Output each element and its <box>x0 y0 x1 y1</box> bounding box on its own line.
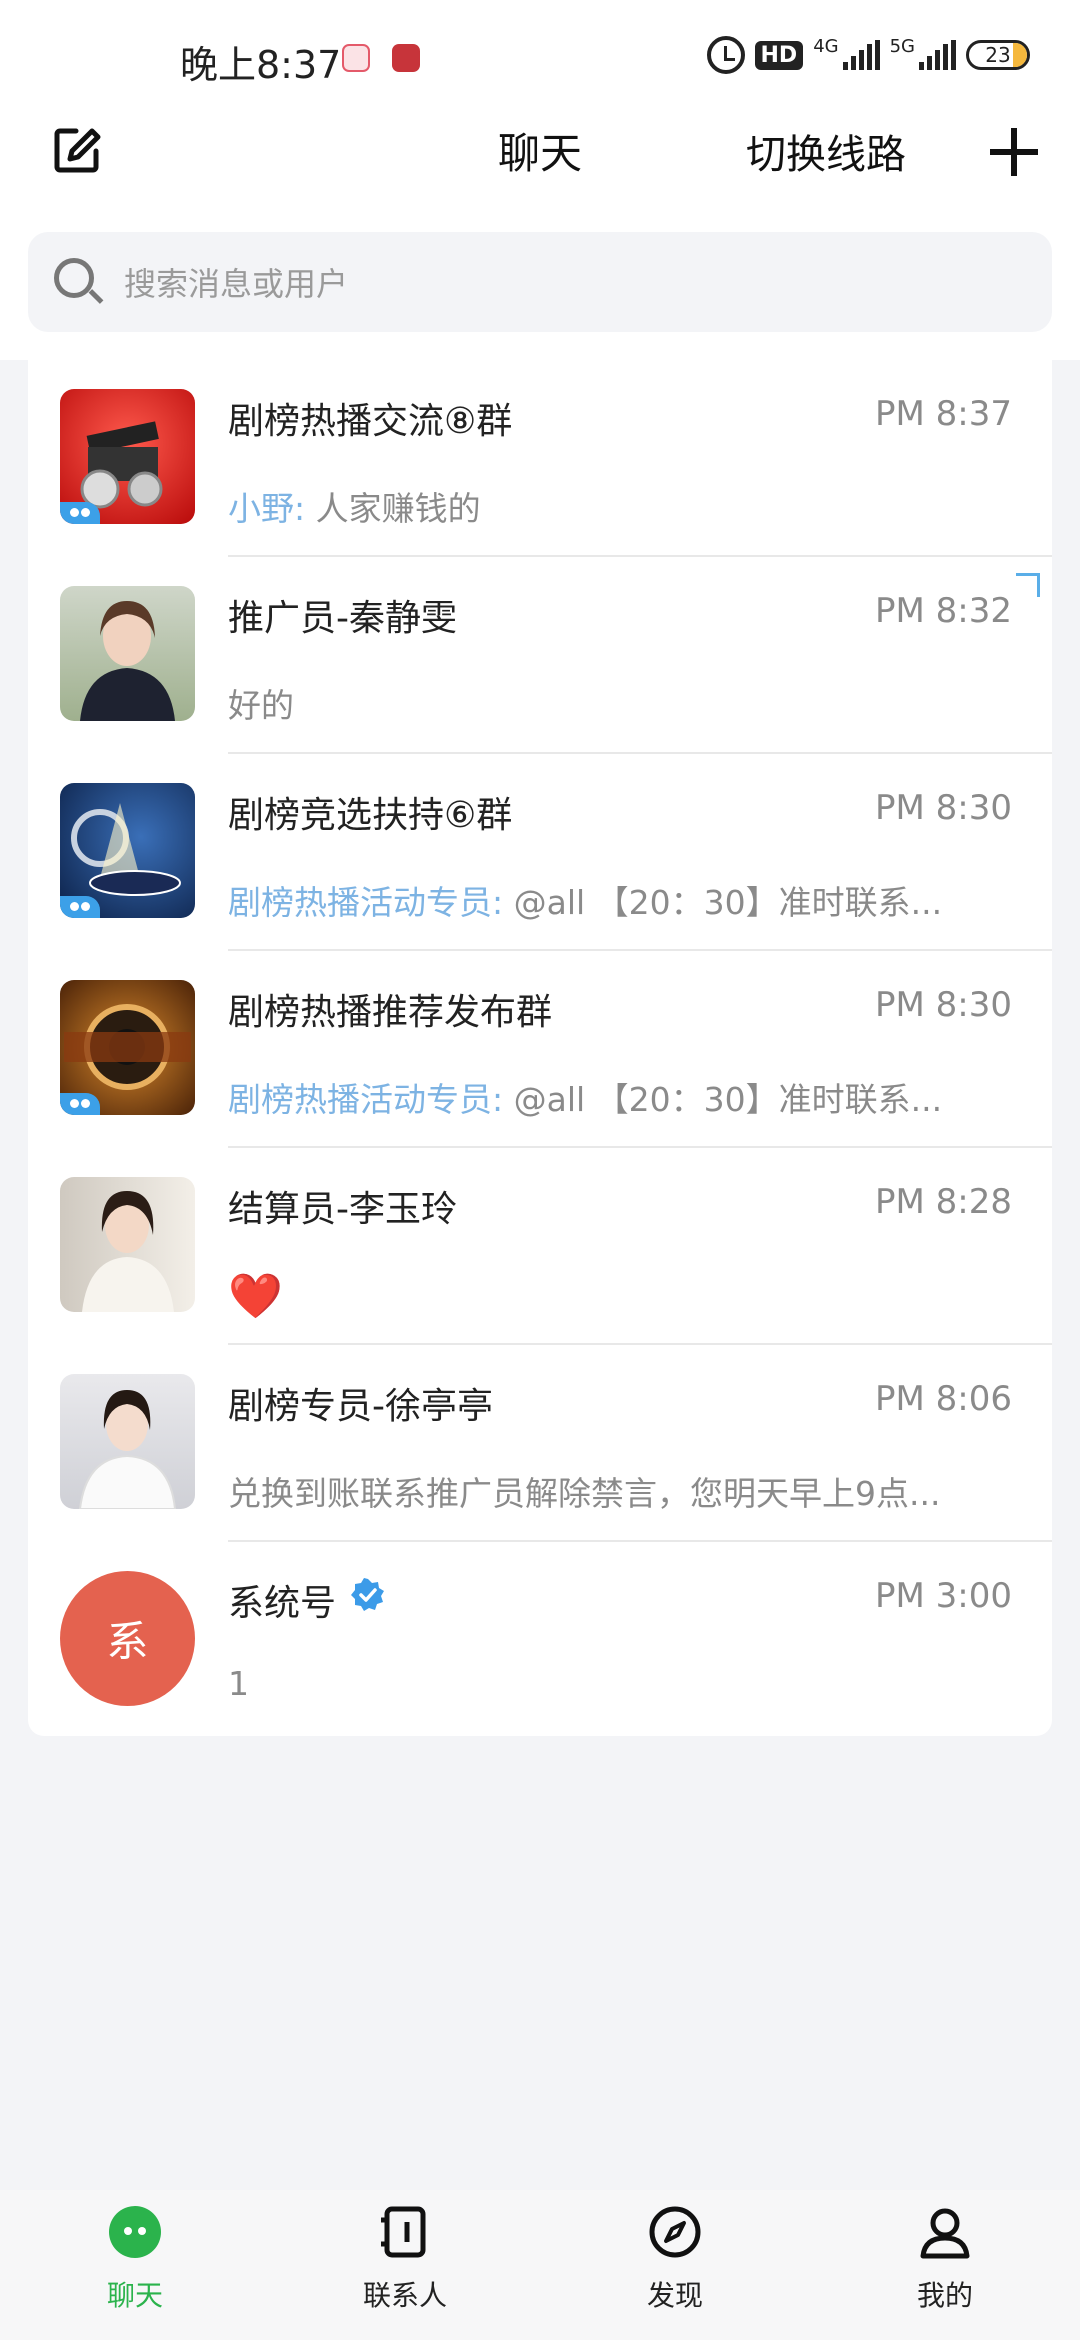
chat-sender: 剧榜热播活动专员: <box>228 883 514 922</box>
tab-discover-label: 发现 <box>646 2279 703 2312</box>
chat-name: 剧榜热播推荐发布群 <box>228 992 553 1033</box>
notification-app-icon <box>342 44 370 72</box>
chat-preview: ❤️ <box>228 1270 1008 1322</box>
group-badge-icon <box>60 896 100 918</box>
search-input[interactable]: 搜索消息或用户 <box>28 232 1052 332</box>
battery-icon: 23 <box>966 40 1030 70</box>
add-icon[interactable] <box>990 128 1038 176</box>
user-icon <box>920 2208 970 2259</box>
chat-time: PM 8:06 <box>875 1379 1012 1419</box>
chat-name: 剧榜热播交流⑧群 <box>228 401 513 442</box>
chat-time: PM 8:32 <box>875 591 1012 631</box>
status-icons: HD 4G 5G 23 <box>706 36 1030 74</box>
chat-preview: 好的 <box>228 679 1008 727</box>
page-title: 聊天 <box>497 129 582 178</box>
chat-preview: 小野: 人家赚钱的 <box>228 482 1008 530</box>
chat-message: 1 <box>228 1664 249 1703</box>
bottom-nav: 聊天 联系人 发现 我的 <box>0 2190 1080 2340</box>
chat-preview: 1 <box>228 1664 1008 1703</box>
status-bar: 晚上8:37 HD 4G 5G 23 <box>0 0 1080 110</box>
group-avatar <box>60 783 195 918</box>
chat-name: 推广员-秦静雯 <box>228 598 457 639</box>
tab-chat[interactable]: 聊天 <box>0 2190 270 2340</box>
chat-message: 好的 <box>228 686 294 725</box>
group-badge-icon <box>60 502 100 524</box>
battery-level: 23 <box>985 43 1011 67</box>
verified-icon <box>351 1578 385 1611</box>
notification-app-icon <box>392 44 420 72</box>
chat-name: 系统号 <box>228 1574 386 1626</box>
compass-icon <box>649 2206 701 2258</box>
tab-chat-label: 聊天 <box>106 2279 163 2312</box>
chat-time: PM 3:00 <box>875 1576 1012 1616</box>
chat-item[interactable]: 结算员-李玉玲 PM 8:28 ❤️ <box>28 1148 1052 1345</box>
chat-sender: 小野: <box>228 489 316 528</box>
chat-preview: 兑换到账联系推广员解除禁言，您明天早上9点... <box>228 1467 1008 1515</box>
chat-time: PM 8:30 <box>875 985 1012 1025</box>
group-badge-icon <box>60 1093 100 1115</box>
contacts-book-icon <box>381 2206 426 2258</box>
heart-emoji: ❤️ <box>228 1271 283 1322</box>
chat-time: PM 8:28 <box>875 1182 1012 1222</box>
system-avatar: 系 <box>60 1571 195 1706</box>
chat-message: 人家赚钱的 <box>315 489 481 528</box>
chat-message: @all 【20：30】准时联系... <box>513 883 943 922</box>
search-placeholder: 搜索消息或用户 <box>124 265 349 303</box>
chat-item[interactable]: 剧榜热播交流⑧群 PM 8:37 小野: 人家赚钱的 <box>28 360 1052 557</box>
chat-name-text: 系统号 <box>228 1583 337 1624</box>
chat-item[interactable]: 剧榜竞选扶持⑥群 PM 8:30 剧榜热播活动专员: @all 【20：30】准… <box>28 754 1052 951</box>
alarm-icon <box>706 36 745 74</box>
user-avatar <box>60 1177 195 1312</box>
chat-preview: 剧榜热播活动专员: @all 【20：30】准时联系... <box>228 1073 1008 1121</box>
chat-name: 剧榜专员-徐亭亭 <box>228 1386 493 1427</box>
signal-icon <box>919 40 956 70</box>
tab-me-label: 我的 <box>916 2279 973 2312</box>
tab-me[interactable]: 我的 <box>810 2190 1080 2340</box>
search-icon <box>52 256 104 308</box>
chat-preview: 剧榜热播活动专员: @all 【20：30】准时联系... <box>228 876 1008 924</box>
chat-message: @all 【20：30】准时联系... <box>513 1080 943 1119</box>
chat-item[interactable]: 剧榜热播推荐发布群 PM 8:30 剧榜热播活动专员: @all 【20：30】… <box>28 951 1052 1148</box>
status-time: 晚上8:37 <box>180 43 342 87</box>
pinned-corner-icon <box>1016 573 1040 597</box>
chat-name: 剧榜竞选扶持⑥群 <box>228 795 513 836</box>
search-section: 搜索消息或用户 <box>0 220 1080 360</box>
group-avatar <box>60 389 195 524</box>
hd-voice-icon: HD <box>754 40 804 70</box>
user-avatar <box>60 586 195 721</box>
chat-name: 结算员-李玉玲 <box>228 1189 457 1230</box>
signal-icon <box>842 40 880 70</box>
network-type-label: 5G <box>889 36 915 57</box>
chat-item[interactable]: 推广员-秦静雯 PM 8:32 好的 <box>28 557 1052 754</box>
chat-time: PM 8:30 <box>875 788 1012 828</box>
chat-time: PM 8:37 <box>875 394 1012 434</box>
chat-bubble-icon <box>109 2206 161 2258</box>
tab-discover[interactable]: 发现 <box>540 2190 810 2340</box>
switch-route-button[interactable]: 切换线路 <box>746 122 906 180</box>
user-avatar <box>60 1374 195 1509</box>
chat-item[interactable]: 系 系统号 PM 3:00 1 <box>28 1542 1052 1739</box>
chat-sender: 剧榜热播活动专员: <box>228 1080 514 1119</box>
chat-message: 兑换到账联系推广员解除禁言，您明天早上9点... <box>228 1474 941 1513</box>
network-type-label: 4G <box>813 36 839 57</box>
tab-contacts-label: 联系人 <box>362 2279 447 2312</box>
group-avatar <box>60 980 195 1115</box>
chat-item[interactable]: 剧榜专员-徐亭亭 PM 8:06 兑换到账联系推广员解除禁言，您明天早上9点..… <box>28 1345 1052 1542</box>
chat-list: 剧榜热播交流⑧群 PM 8:37 小野: 人家赚钱的 推广员-秦静雯 PM 8:… <box>28 360 1052 1736</box>
tab-contacts[interactable]: 联系人 <box>270 2190 540 2340</box>
